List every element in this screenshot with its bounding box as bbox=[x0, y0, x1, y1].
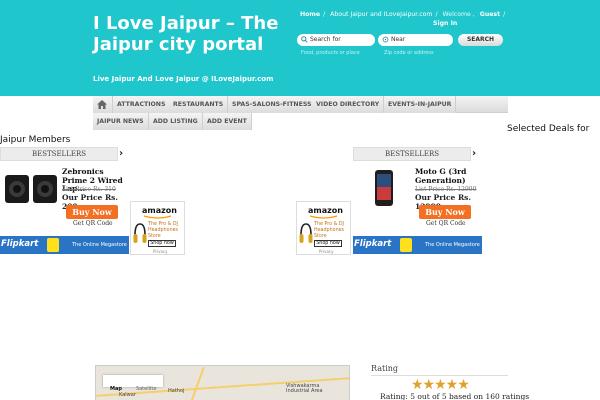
nav-attractions[interactable]: ATTRACTIONS bbox=[113, 96, 171, 113]
map-road bbox=[189, 366, 205, 400]
buy-now-button[interactable]: Buy Now bbox=[419, 205, 471, 219]
flipkart-tagline: The Online Megastore bbox=[425, 242, 480, 248]
headphones-icon bbox=[133, 223, 147, 243]
search-hint: Food, products or place bbox=[301, 50, 360, 56]
sign-in-link[interactable]: Sign In bbox=[433, 20, 457, 27]
home-icon bbox=[97, 100, 107, 109]
search-icon bbox=[301, 36, 308, 43]
amazon-smile-icon bbox=[143, 215, 172, 219]
chevron-right-icon[interactable]: › bbox=[119, 148, 123, 159]
bestsellers-widget: BESTSELLERS › Moto G (3rd Generation) Li… bbox=[353, 147, 483, 254]
home-link[interactable]: Home bbox=[300, 11, 320, 18]
nav-video-directory[interactable]: VIDEO DIRECTORY bbox=[312, 96, 385, 113]
rating-summary: Rating: 5 out of 5 based on 160 ratings bbox=[380, 392, 530, 400]
guest-text: Guest bbox=[479, 11, 501, 18]
separator: / bbox=[323, 11, 326, 18]
location-icon bbox=[382, 36, 389, 43]
shop-now-button[interactable]: Shop now bbox=[314, 240, 342, 247]
list-price: List Price Rs. 310 bbox=[62, 186, 116, 193]
search-input[interactable]: Search for bbox=[297, 34, 375, 46]
flipkart-bag-icon bbox=[47, 238, 59, 252]
flipkart-tagline: The Online Megastore bbox=[72, 242, 127, 248]
search-input-text: Search for bbox=[310, 36, 341, 43]
nav-add-listing[interactable]: ADD LISTING bbox=[149, 113, 203, 130]
amazon-ad-text: The Pro & DJ Headphones Store bbox=[148, 222, 179, 239]
nav-jaipur-news[interactable]: JAIPUR NEWS bbox=[93, 113, 149, 130]
nav-home[interactable] bbox=[93, 96, 113, 113]
separator: / bbox=[503, 11, 506, 18]
site-title[interactable]: I Love Jaipur – The Jaipur city portal bbox=[93, 13, 293, 55]
flipkart-bag-icon bbox=[400, 238, 412, 252]
privacy-link[interactable]: Privacy bbox=[153, 249, 167, 254]
main-nav: ATTRACTIONS RESTAURANTS SPAS-SALONS-FITN… bbox=[93, 96, 508, 113]
secondary-nav: JAIPUR NEWS ADD LISTING ADD EVENT bbox=[93, 113, 508, 130]
nav-events-in-jaipur[interactable]: EVENTS-IN-JAIPUR bbox=[384, 96, 457, 113]
separator: / bbox=[435, 11, 438, 18]
amazon-ad[interactable]: amazon The Pro & DJ Headphones Store Sho… bbox=[130, 201, 185, 255]
search-button[interactable]: SEARCH bbox=[458, 34, 503, 46]
map-place-label: Vishwakarma Industrial Area bbox=[286, 383, 323, 394]
bestsellers-widget: BESTSELLERS › Zebronics Prime 2 Wired La… bbox=[0, 147, 130, 254]
qr-code-link[interactable]: Get QR Code bbox=[73, 220, 113, 227]
buy-now-button[interactable]: Buy Now bbox=[66, 205, 118, 219]
chevron-right-icon[interactable]: › bbox=[472, 148, 476, 159]
map-place-label: Kalwar bbox=[119, 392, 136, 398]
divider bbox=[371, 375, 508, 376]
near-input-text: Near bbox=[391, 36, 406, 43]
site-header: I Love Jaipur – The Jaipur city portal L… bbox=[0, 0, 600, 96]
top-links: Home / About Jaipur and ILoveJaipur.com / … bbox=[300, 11, 508, 18]
nav-add-event[interactable]: ADD EVENT bbox=[203, 113, 252, 130]
amazon-logo: amazon bbox=[308, 206, 343, 215]
map-place-label: Hathoj bbox=[168, 388, 185, 394]
deals-heading: Selected Deals for bbox=[507, 124, 590, 134]
flipkart-banner[interactable]: Flipkart The Online Megastore bbox=[0, 236, 129, 254]
privacy-link[interactable]: Privacy bbox=[319, 249, 333, 254]
headphones-icon bbox=[299, 223, 313, 243]
about-link[interactable]: About Jaipur and ILoveJaipur.com bbox=[330, 11, 432, 18]
list-price: List Price Rs. 12999 bbox=[415, 186, 477, 193]
location-map[interactable]: Map Satellite Hathoj Kalwar Vishwakarma I… bbox=[95, 365, 350, 400]
product-name[interactable]: Moto G (3rd Generation) bbox=[415, 167, 483, 185]
flipkart-banner[interactable]: Flipkart The Online Megastore bbox=[353, 236, 482, 254]
shop-now-button[interactable]: Shop now bbox=[148, 240, 176, 247]
rating-stars[interactable]: ★★★★★ bbox=[411, 378, 470, 392]
amazon-logo: amazon bbox=[142, 206, 177, 215]
bestsellers-header: BESTSELLERS bbox=[0, 147, 118, 161]
near-input[interactable]: Near bbox=[378, 34, 453, 46]
amazon-smile-icon bbox=[309, 215, 338, 219]
near-hint: Zip code or address bbox=[384, 50, 434, 56]
rating-title: Rating bbox=[371, 364, 399, 373]
nav-spas-salons-fitness[interactable]: SPAS-SALONS-FITNESS bbox=[228, 96, 317, 113]
welcome-text: Welcome , bbox=[442, 11, 475, 18]
map-type-tabs: Map Satellite bbox=[103, 375, 164, 392]
speaker-product-image[interactable] bbox=[3, 169, 59, 209]
qr-code-link[interactable]: Get QR Code bbox=[426, 220, 466, 227]
nav-restaurants[interactable]: RESTAURANTS bbox=[169, 96, 229, 113]
members-heading: Jaipur Members bbox=[0, 135, 71, 145]
amazon-ad[interactable]: amazon The Pro & DJ Headphones Store Sho… bbox=[296, 201, 351, 255]
site-tagline: Live Jaipur And Love Jaipur @ ILoveJaipu… bbox=[93, 75, 274, 83]
bestsellers-header: BESTSELLERS bbox=[353, 147, 471, 161]
flipkart-logo: Flipkart bbox=[354, 239, 392, 249]
flipkart-logo: Flipkart bbox=[1, 239, 39, 249]
amazon-ad-text: The Pro & DJ Headphones Store bbox=[314, 222, 345, 239]
phone-product-image[interactable] bbox=[356, 169, 412, 209]
